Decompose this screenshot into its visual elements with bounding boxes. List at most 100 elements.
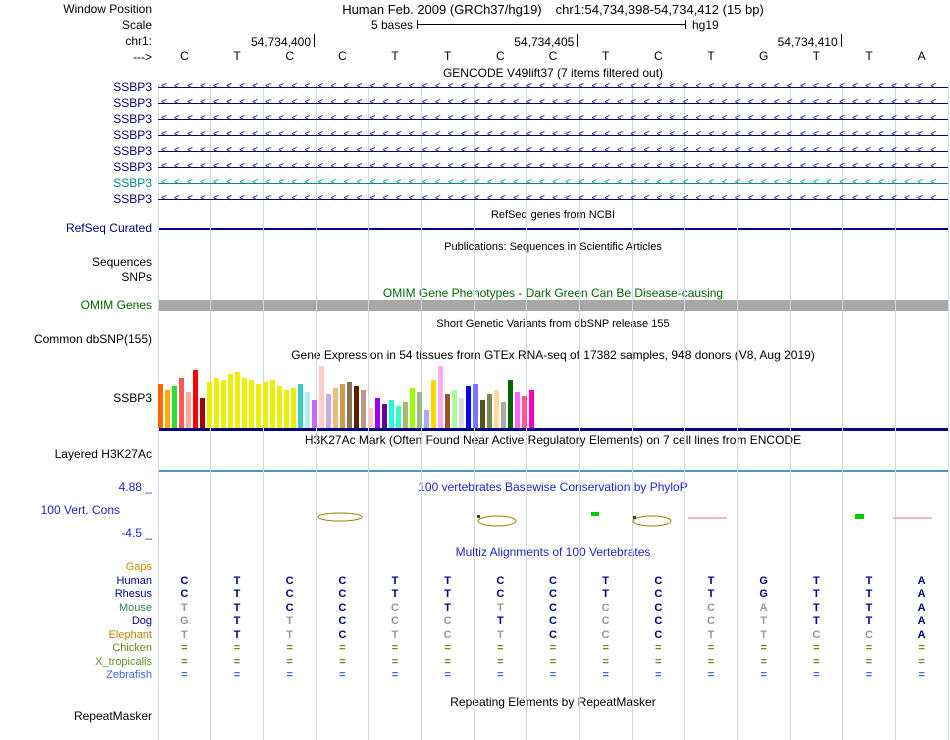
gtex-expression-bar[interactable] <box>277 386 282 428</box>
gtex-expression-bar[interactable] <box>424 410 429 428</box>
gtex-expression-bar[interactable] <box>312 400 317 428</box>
gtex-expression-bar[interactable] <box>242 378 247 428</box>
h3k27ac-track-title[interactable]: H3K27Ac Mark (Often Found Near Active Re… <box>158 434 948 447</box>
dbsnp-track-title[interactable]: Short Genetic Variants from dbSNP releas… <box>158 318 948 331</box>
gtex-expression-bar[interactable] <box>368 408 373 428</box>
gtex-expression-bar[interactable] <box>193 370 198 428</box>
gtex-expression-bar[interactable] <box>438 366 443 428</box>
species-label[interactable]: Human <box>0 575 152 588</box>
species-label[interactable]: Chicken <box>0 642 152 655</box>
gtex-expression-bar[interactable] <box>459 398 464 428</box>
phylop-track-title[interactable]: 100 vertebrates Basewise Conservation by… <box>158 481 948 494</box>
species-label[interactable]: Rhesus <box>0 588 152 601</box>
gencode-gene-model[interactable]: <<<<<<<<<<<<<<<<<<<<<<<<<<<<<<<<<<<<<<<<… <box>158 97 948 110</box>
gtex-expression-bar[interactable] <box>480 400 485 428</box>
gtex-expression-bar[interactable] <box>522 396 527 428</box>
omim-genes-label[interactable]: OMIM Genes <box>0 299 152 312</box>
gtex-gene-label[interactable]: SSBP3 <box>0 392 152 405</box>
gtex-expression-bar[interactable] <box>403 402 408 428</box>
gencode-gene-label[interactable]: SSBP3 <box>0 97 152 110</box>
gtex-expression-bar[interactable] <box>417 392 422 428</box>
gencode-track-title[interactable]: GENCODE V49lift37 (7 items filtered out) <box>158 67 948 80</box>
gtex-track-title[interactable]: Gene Expression in 54 tissues from GTEx … <box>158 349 948 362</box>
omim-gene-bar[interactable] <box>158 300 948 311</box>
sequences-track-label[interactable]: Sequences <box>0 256 152 269</box>
multiz-track-title[interactable]: Multiz Alignments of 100 Vertebrates <box>158 546 948 559</box>
gtex-expression-bar[interactable] <box>284 390 289 428</box>
species-label[interactable]: Mouse <box>0 602 152 615</box>
gtex-expression-bar[interactable] <box>270 380 275 428</box>
gtex-expression-bar[interactable] <box>179 378 184 428</box>
gtex-expression-bar[interactable] <box>375 398 380 428</box>
gtex-expression-bar[interactable] <box>263 382 268 428</box>
gencode-gene-label[interactable]: SSBP3 <box>0 193 152 206</box>
gtex-expression-bar[interactable] <box>354 386 359 428</box>
snps-track-label[interactable]: SNPs <box>0 271 152 284</box>
gtex-expression-bar[interactable] <box>305 392 310 428</box>
gtex-expression-bar[interactable] <box>249 380 254 428</box>
gencode-gene-model[interactable]: <<<<<<<<<<<<<<<<<<<<<<<<<<<<<<<<<<<<<<<<… <box>158 161 948 174</box>
gencode-gene-model[interactable]: <<<<<<<<<<<<<<<<<<<<<<<<<<<<<<<<<<<<<<<<… <box>158 193 948 206</box>
gtex-expression-bar[interactable] <box>452 390 457 428</box>
gencode-gene-label[interactable]: SSBP3 <box>0 145 152 158</box>
gtex-expression-bar[interactable] <box>508 380 513 428</box>
refseq-track-title[interactable]: RefSeq genes from NCBI <box>158 209 948 222</box>
gtex-expression-bar[interactable] <box>186 392 191 428</box>
gtex-expression-bar[interactable] <box>515 392 520 428</box>
h3k27ac-signal-line[interactable] <box>158 470 948 472</box>
gtex-expression-bar[interactable] <box>396 406 401 428</box>
species-label[interactable]: Zebrafish <box>0 669 152 682</box>
phylop-track-label[interactable]: 100 Vert. Cons <box>0 504 120 517</box>
gtex-expression-bar[interactable] <box>165 390 170 428</box>
gtex-expression-bar[interactable] <box>410 388 415 428</box>
gtex-expression-bar[interactable] <box>158 384 163 428</box>
gtex-expression-bar[interactable] <box>326 394 331 428</box>
dbsnp-track-label[interactable]: Common dbSNP(155) <box>0 333 152 346</box>
gencode-gene-label[interactable]: SSBP3 <box>0 113 152 126</box>
gencode-gene-model[interactable]: <<<<<<<<<<<<<<<<<<<<<<<<<<<<<<<<<<<<<<<<… <box>158 177 948 190</box>
gtex-expression-bar[interactable] <box>340 384 345 428</box>
gtex-expression-bar[interactable] <box>382 404 387 428</box>
species-label[interactable]: Elephant <box>0 629 152 642</box>
h3k27ac-track-label[interactable]: Layered H3K27Ac <box>0 448 152 461</box>
gtex-expression-bar[interactable] <box>235 372 240 428</box>
gencode-gene-model[interactable]: <<<<<<<<<<<<<<<<<<<<<<<<<<<<<<<<<<<<<<<<… <box>158 113 948 126</box>
gtex-expression-bar[interactable] <box>333 388 338 428</box>
publications-track-title[interactable]: Publications: Sequences in Scientific Ar… <box>158 241 948 254</box>
gtex-expression-bar[interactable] <box>389 400 394 428</box>
repeatmasker-track-label[interactable]: RepeatMasker <box>0 710 152 723</box>
gtex-expression-bar[interactable] <box>473 384 478 428</box>
gtex-expression-bar[interactable] <box>298 384 303 428</box>
gencode-gene-label[interactable]: SSBP3 <box>0 161 152 174</box>
gtex-expression-bar[interactable] <box>501 402 506 428</box>
gtex-expression-bar[interactable] <box>347 382 352 428</box>
gtex-expression-bar[interactable] <box>466 386 471 428</box>
gtex-expression-bar[interactable] <box>207 382 212 428</box>
gtex-expression-bar[interactable] <box>172 386 177 428</box>
gencode-gene-label[interactable]: SSBP3 <box>0 177 152 190</box>
gtex-expression-bar[interactable] <box>487 394 492 428</box>
gtex-expression-bar[interactable] <box>431 380 436 428</box>
refseq-curated-gene-line[interactable] <box>158 228 948 230</box>
gencode-gene-model[interactable]: <<<<<<<<<<<<<<<<<<<<<<<<<<<<<<<<<<<<<<<<… <box>158 129 948 142</box>
gencode-gene-model[interactable]: <<<<<<<<<<<<<<<<<<<<<<<<<<<<<<<<<<<<<<<<… <box>158 81 948 94</box>
gencode-gene-label[interactable]: SSBP3 <box>0 81 152 94</box>
refseq-curated-label[interactable]: RefSeq Curated <box>0 222 152 235</box>
gtex-expression-bar[interactable] <box>445 394 450 428</box>
repeatmasker-track-title[interactable]: Repeating Elements by RepeatMasker <box>158 696 948 709</box>
gtex-expression-bar[interactable] <box>291 388 296 428</box>
gtex-expression-bar[interactable] <box>228 374 233 428</box>
species-label[interactable]: X_tropicalis <box>0 656 152 669</box>
gtex-expression-bar[interactable] <box>494 390 499 428</box>
gtex-expression-bar[interactable] <box>319 366 324 428</box>
gtex-expression-bar[interactable] <box>214 378 219 428</box>
gtex-expression-bar[interactable] <box>221 380 226 428</box>
species-label[interactable]: Dog <box>0 615 152 628</box>
gtex-expression-bar[interactable] <box>529 390 534 428</box>
species-label[interactable]: Gaps <box>0 561 152 574</box>
omim-track-title[interactable]: OMIM Gene Phenotypes - Dark Green Can Be… <box>158 287 948 300</box>
gtex-expression-bar[interactable] <box>200 398 205 428</box>
gtex-expression-bar[interactable] <box>256 384 261 428</box>
gtex-expression-bar[interactable] <box>361 390 366 428</box>
gencode-gene-label[interactable]: SSBP3 <box>0 129 152 142</box>
